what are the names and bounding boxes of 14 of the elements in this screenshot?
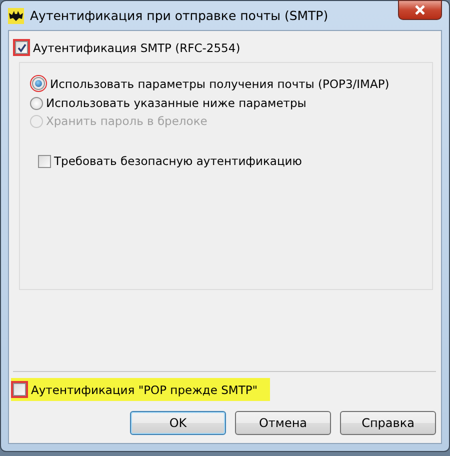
checkbox-label: Аутентификация SMTP (RFC-2554) (33, 40, 240, 54)
checkbox-label: Требовать безопасную аутентификацию (54, 154, 302, 168)
radio-label: Использовать параметры получения почты (POP3/IMAP) (50, 76, 390, 90)
window-title: Аутентификация при отправке почты (SMTP) (30, 8, 330, 23)
radio-label: Использовать указанные ниже параметры (46, 96, 306, 110)
radio-label: Хранить пароль в брелоке (46, 114, 208, 128)
dialog-button[interactable]: OK (130, 411, 226, 435)
checkbox-label: Аутентификация "POP прежде SMTP" (31, 382, 258, 396)
dialog-button[interactable]: Отмена (235, 411, 331, 435)
checkbox[interactable] (38, 154, 51, 168)
close-icon (414, 5, 426, 15)
radio-button[interactable] (30, 96, 43, 110)
close-button[interactable] (398, 0, 442, 20)
dialog-button[interactable]: Справка (340, 411, 436, 435)
